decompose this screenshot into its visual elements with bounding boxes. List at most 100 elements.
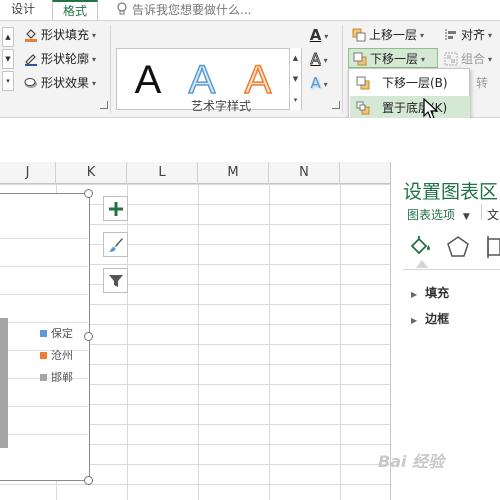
rotate-label: 转 [476, 76, 489, 90]
shape-outline-button[interactable]: 形状轮廓 ▾ [24, 49, 96, 69]
resize-handle[interactable] [84, 476, 93, 485]
expand-triangle-icon: ▶ [411, 316, 418, 325]
rotate-button[interactable]: 转 [476, 73, 488, 93]
chart-filters-button[interactable] [103, 268, 128, 293]
legend-label: 保定 [51, 327, 73, 340]
legend-item: 保定 [40, 324, 73, 344]
chart-gridline [0, 434, 88, 435]
shape-effects-label: 形状效果 [41, 76, 90, 90]
bring-forward-button[interactable]: 上移一层 ▾ [352, 25, 424, 45]
group-label: 组合 [461, 52, 486, 66]
chart-elements-button[interactable] [103, 196, 128, 221]
more-icon[interactable]: ▾ [2, 71, 14, 91]
gallery-up-icon[interactable]: ▲ [289, 48, 301, 68]
wordart-launcher-icon[interactable] [332, 101, 340, 109]
shape-styles-launcher-icon[interactable] [100, 101, 108, 109]
legend-swatch [40, 330, 47, 337]
align-icon [445, 29, 456, 41]
column-header-m[interactable]: M [198, 162, 269, 184]
align-label: 对齐 [461, 28, 486, 42]
menu-send-backward-label: 下移一层(B) [382, 76, 448, 90]
shape-effects-button[interactable]: 形状效果 ▾ [24, 73, 96, 93]
pane-tab-divider [481, 204, 482, 220]
text-fill-glyph: A [309, 26, 322, 44]
group-icon [444, 52, 458, 66]
align-button[interactable]: 对齐 ▾ [444, 25, 492, 45]
tell-me-placeholder: 告诉我您想要做什么... [132, 3, 252, 17]
size-properties-icon[interactable] [485, 234, 500, 260]
send-backward-icon [356, 76, 370, 90]
expand-triangle-icon: ▶ [411, 290, 418, 299]
send-backward-button[interactable]: 下移一层 ▾ [348, 48, 438, 68]
selected-tab-pointer [416, 260, 428, 268]
paintbrush-icon [109, 238, 123, 252]
shape-outline-label: 形状轮廓 [41, 52, 90, 66]
wordart-group-label: 艺术字样式 [190, 99, 251, 113]
resize-handle[interactable] [84, 189, 93, 198]
effects-pentagon-icon[interactable] [445, 234, 471, 260]
legend-label: 沧州 [51, 349, 73, 362]
shape-gallery-scroll[interactable]: ▲ ▼ ▾ [2, 27, 14, 91]
text-effects-button[interactable]: A ▾ [306, 73, 332, 93]
text-outline-glyph: A [310, 50, 321, 69]
legend-swatch [40, 374, 47, 381]
send-backward-menu: 下移一层(B) 置于底层(K) [348, 68, 470, 122]
plus-icon [109, 202, 123, 216]
pane-tab-text-options[interactable]: 文 [487, 206, 499, 223]
chart-gridline [0, 266, 88, 267]
lightbulb-icon [117, 2, 127, 15]
scroll-up-icon[interactable]: ▲ [2, 27, 14, 47]
bring-forward-label: 上移一层 [369, 28, 418, 42]
tell-me-box[interactable]: 告诉我您想要做什么... [116, 2, 251, 18]
pane-separator [403, 269, 500, 270]
chart-area[interactable]: 保定 沧州 邯郸 [0, 193, 90, 481]
group-button[interactable]: 组合 ▾ [444, 49, 492, 69]
shape-fill-button[interactable]: 形状填充 ▾ [24, 25, 96, 45]
pane-tab-chart-options[interactable]: 图表选项 ▼ [407, 206, 470, 223]
column-header-l[interactable]: L [127, 162, 198, 184]
menu-send-to-back[interactable]: 置于底层(K) [350, 96, 470, 120]
formula-area [0, 118, 500, 162]
tab-format[interactable]: 格式 [52, 0, 98, 20]
chevron-down-icon: ▼ [462, 212, 470, 222]
section-fill-label: 填充 [425, 286, 450, 300]
text-outline-button[interactable]: A ▾ [306, 49, 332, 69]
send-backward-label: 下移一层 [370, 52, 419, 66]
shape-fill-label: 形状填充 [41, 28, 90, 42]
filter-icon [109, 275, 123, 287]
pane-tab-chart-options-label: 图表选项 [407, 208, 456, 222]
shape-effects-icon [24, 78, 37, 88]
chart-gridline [0, 294, 88, 295]
column-header-k[interactable]: K [56, 162, 127, 184]
pencil-icon [25, 54, 37, 66]
legend-item: 沧州 [40, 346, 73, 366]
scroll-down-icon[interactable]: ▼ [2, 49, 14, 69]
bring-forward-icon [352, 28, 366, 42]
paint-bucket-icon [25, 29, 37, 42]
group-divider [342, 25, 343, 113]
gallery-down-icon[interactable]: ▼ [289, 69, 301, 89]
chart-gridline [0, 322, 88, 323]
legend-label: 邯郸 [51, 371, 73, 384]
column-header-n[interactable]: N [269, 162, 340, 184]
chart-gridline [0, 238, 88, 239]
column-header-j[interactable]: J [0, 162, 56, 184]
legend-swatch [40, 352, 47, 359]
pane-title: 设置图表区 [403, 181, 499, 203]
chart-styles-button[interactable] [103, 232, 128, 257]
legend-item: 邯郸 [40, 368, 73, 388]
chart-bar[interactable] [0, 318, 8, 448]
section-border[interactable]: ▶ 边框 [411, 310, 449, 327]
fill-line-icon[interactable] [407, 234, 433, 260]
column-header-row: J K L M N [0, 162, 390, 184]
text-fill-button[interactable]: A ▾ [306, 25, 332, 45]
section-fill[interactable]: ▶ 填充 [411, 284, 449, 301]
menu-send-backward[interactable]: 下移一层(B) [350, 71, 470, 95]
send-to-back-icon [356, 101, 370, 115]
watermark-logo: Bai 经验 [378, 452, 445, 471]
section-border-label: 边框 [425, 312, 450, 326]
tab-design[interactable]: 设计 [0, 0, 46, 20]
group-divider [110, 25, 111, 113]
resize-handle[interactable] [84, 332, 93, 341]
chart-gridline [0, 406, 88, 407]
